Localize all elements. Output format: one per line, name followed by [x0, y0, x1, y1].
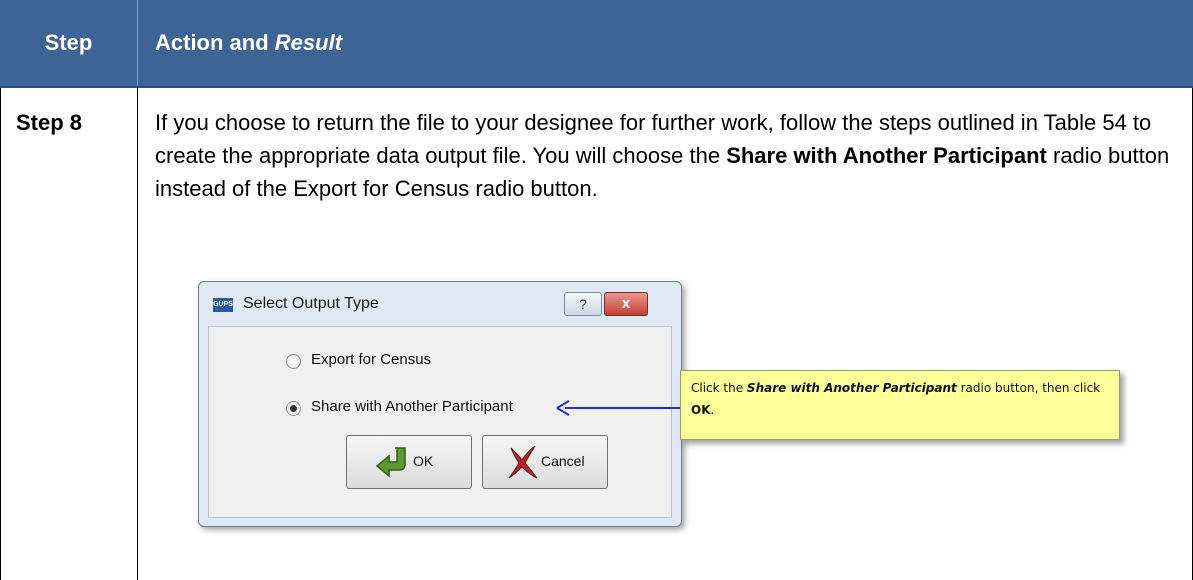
callout-middle: radio button, then click	[956, 381, 1101, 395]
callout-suffix: .	[710, 403, 715, 417]
dialog-title: Select Output Type	[243, 295, 379, 312]
header-step: Step	[44, 30, 93, 55]
help-button[interactable]: ?	[564, 292, 602, 316]
radio-export-for-census[interactable]	[286, 354, 301, 369]
dialog-body: Export for Census Share with Another Par…	[208, 326, 672, 518]
cancel-x-icon	[508, 445, 538, 479]
ok-button[interactable]: OK	[346, 435, 472, 489]
radio-share-with-another-participant[interactable]	[286, 401, 301, 416]
action-text-bold: Share with Another Participant	[726, 143, 1047, 168]
callout-ok: OK	[691, 403, 711, 417]
header-rule	[0, 86, 1193, 88]
table-border-left	[0, 88, 1, 580]
table-header: Step Action and Result	[0, 0, 1193, 86]
step-number: Step 8	[16, 110, 83, 135]
callout-option-name: Share with Another Participant	[746, 381, 957, 395]
header-action-prefix: Action and	[155, 30, 275, 55]
action-text: If you choose to return the file to your…	[155, 106, 1175, 205]
header-divider	[137, 0, 138, 86]
header-action-result: Result	[274, 30, 343, 55]
cancel-button[interactable]: Cancel	[482, 435, 608, 489]
table-border-middle	[137, 88, 138, 580]
callout-prefix: Click the	[691, 381, 747, 395]
radio-label-export-for-census[interactable]: Export for Census	[311, 351, 431, 368]
radio-label-share-with-another-participant[interactable]: Share with Another Participant	[311, 398, 513, 415]
callout-arrow-icon	[556, 400, 683, 416]
dialog-titlebar[interactable]: GUPS Select Output Type ? x	[199, 282, 681, 326]
ok-arrow-icon	[375, 447, 406, 478]
gups-app-icon: GUPS	[213, 298, 233, 312]
cancel-button-label: Cancel	[541, 453, 585, 469]
header-action: Action and Result	[155, 0, 342, 86]
instruction-callout: Click the Share with Another Participant…	[680, 370, 1120, 440]
ok-button-label: OK	[413, 453, 434, 469]
close-button[interactable]: x	[604, 292, 648, 316]
